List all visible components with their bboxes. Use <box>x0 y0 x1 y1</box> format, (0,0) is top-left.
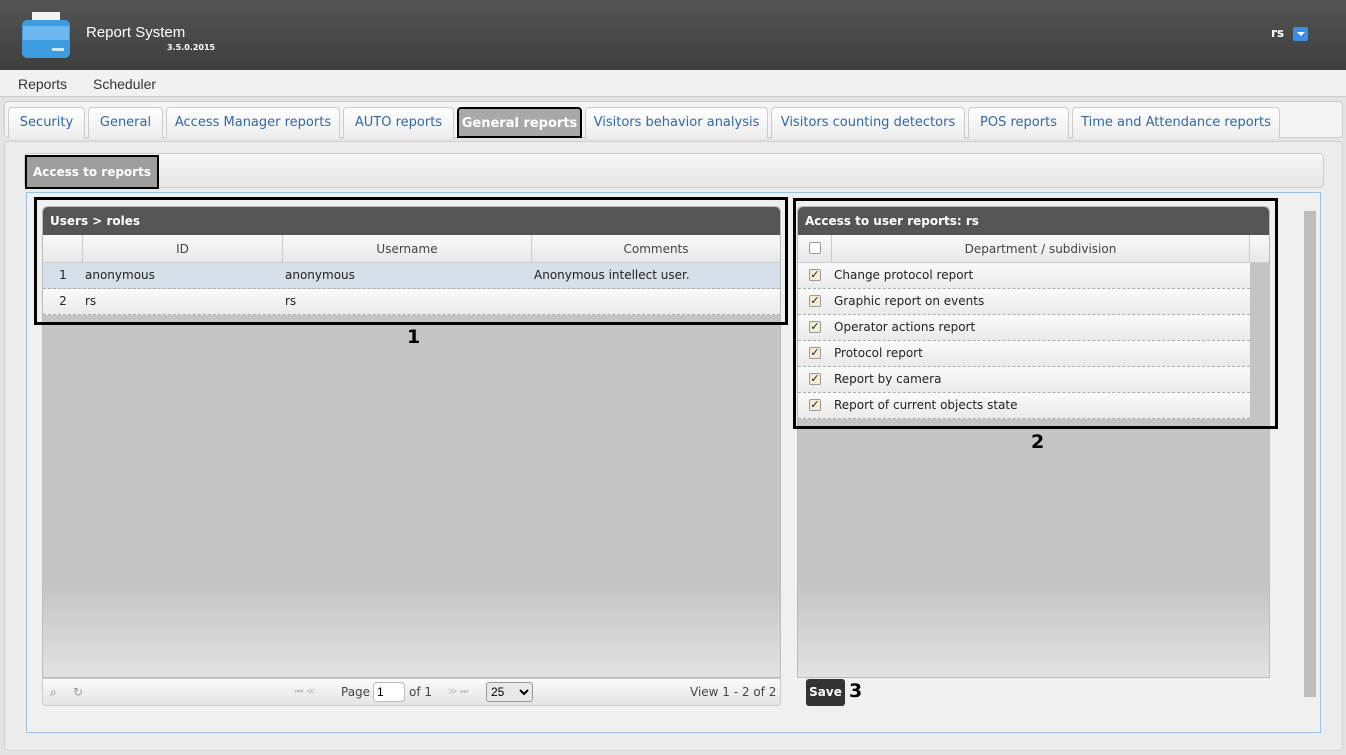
page-input[interactable] <box>373 682 405 702</box>
save-button[interactable]: Save <box>806 679 845 706</box>
first-page-icon[interactable]: ⏮ ≪ <box>295 687 315 697</box>
tab-pos-reports[interactable]: POS reports <box>968 107 1069 139</box>
grid-pager: ⌕ ↻ ⏮ ≪ Page of 1 ≫ ⏭ 25 View 1 - 2 of 2 <box>42 678 781 706</box>
menu-bar: Reports Scheduler <box>0 70 1346 97</box>
view-count: View 1 - 2 of 2 <box>690 685 777 699</box>
refresh-icon[interactable]: ↻ <box>73 685 83 699</box>
menu-scheduler[interactable]: Scheduler <box>93 76 156 92</box>
tab-security[interactable]: Security <box>8 107 85 139</box>
horizontal-scrollbar[interactable] <box>28 716 1301 728</box>
next-page-icon[interactable]: ≫ ⏭ <box>448 687 468 697</box>
vertical-scrollbar-thumb[interactable] <box>1304 211 1316 697</box>
inner-tab-bar <box>24 153 1324 188</box>
folder-logo-icon <box>22 12 70 58</box>
annotation-box-1 <box>34 197 788 325</box>
page-count: of 1 <box>409 685 433 699</box>
page-label: Page <box>341 685 371 699</box>
tab-general-reports[interactable]: General reports <box>457 107 582 138</box>
tab-visitors-counting-detectors[interactable]: Visitors counting detectors <box>771 107 965 139</box>
annotation-box-2 <box>793 198 1278 429</box>
annotation-label-3: 3 <box>849 680 863 702</box>
tab-access-to-reports[interactable]: Access to reports <box>25 155 159 189</box>
menu-reports[interactable]: Reports <box>18 76 67 92</box>
user-dropdown-icon[interactable] <box>1293 27 1308 41</box>
annotation-label-2: 2 <box>1031 431 1045 453</box>
tab-access-manager-reports[interactable]: Access Manager reports <box>166 107 340 139</box>
annotation-label-1: 1 <box>407 326 421 348</box>
app-version: 3.5.0.2015 <box>167 43 216 52</box>
tab-time-attendance-reports[interactable]: Time and Attendance reports <box>1072 107 1280 139</box>
tab-general[interactable]: General <box>88 107 163 139</box>
app-title: Report System <box>86 24 186 41</box>
tab-auto-reports[interactable]: AUTO reports <box>343 107 454 139</box>
tab-bar: Security General Access Manager reports … <box>4 101 1343 139</box>
page-size-select[interactable]: 25 <box>486 682 533 702</box>
tab-visitors-behavior-analysis[interactable]: Visitors behavior analysis <box>585 107 768 139</box>
user-name[interactable]: rs <box>1271 26 1284 40</box>
search-icon[interactable]: ⌕ <box>50 685 57 700</box>
app-header: Report System 3.5.0.2015 rs <box>0 0 1346 70</box>
